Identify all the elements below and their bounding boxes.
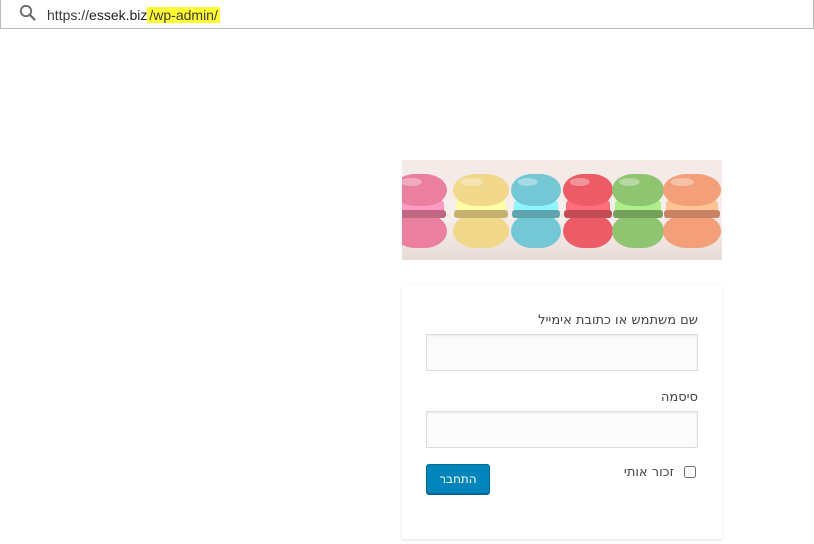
macaron <box>612 174 664 248</box>
url-text[interactable]: https://essek.biz/wp-admin/ <box>47 6 220 24</box>
macaron <box>511 174 561 248</box>
url-path-highlight: /wp-admin/ <box>147 7 220 23</box>
username-label: שם משתמש או כתובת אימייל <box>538 313 698 328</box>
url-host: essek.biz <box>89 7 148 23</box>
username-input[interactable] <box>426 334 698 371</box>
macaron <box>453 174 509 248</box>
macarons-banner <box>402 160 722 260</box>
login-button[interactable]: התחבר <box>426 464 490 494</box>
macaron <box>663 174 721 248</box>
address-bar[interactable]: https://essek.biz/wp-admin/ <box>0 0 814 29</box>
search-icon <box>18 3 38 23</box>
password-label: סיסמה <box>660 390 698 405</box>
url-prefix: https:// <box>47 7 90 23</box>
remember-me-label[interactable]: זכור אותי <box>624 465 674 480</box>
login-form: שם משתמש או כתובת אימייל סיסמה זכור אותי… <box>402 285 722 539</box>
macarons-image <box>402 174 721 248</box>
remember-me-checkbox[interactable] <box>684 466 696 478</box>
password-input[interactable] <box>426 411 698 448</box>
macaron <box>402 174 447 248</box>
macaron <box>563 174 613 248</box>
